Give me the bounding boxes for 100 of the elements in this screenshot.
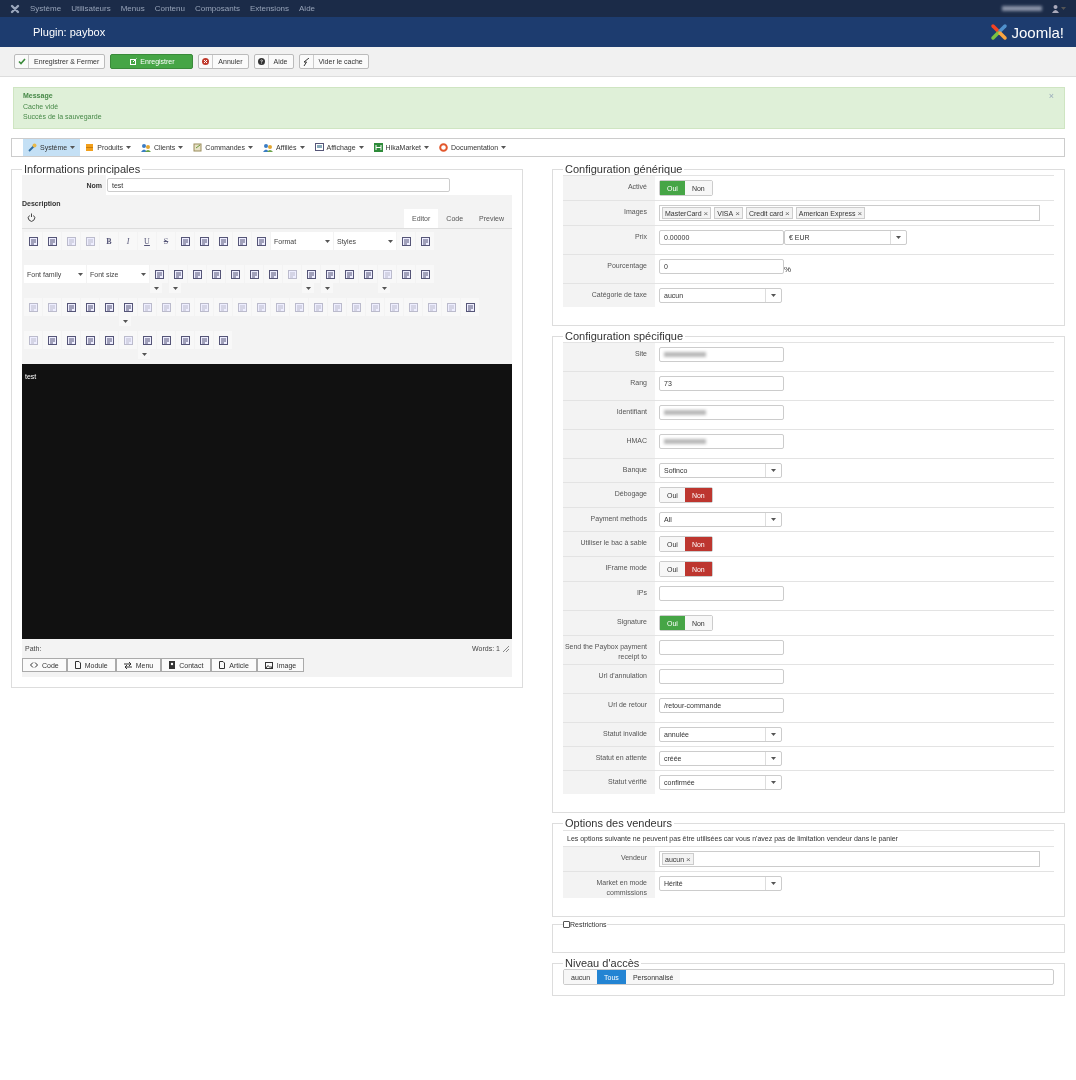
toolbar-button[interactable] bbox=[81, 331, 99, 349]
text-field[interactable] bbox=[659, 434, 784, 449]
toolbar-glyph-icon bbox=[66, 302, 76, 312]
checkbox[interactable] bbox=[563, 921, 570, 928]
toolbar-button[interactable] bbox=[359, 265, 377, 283]
toolbar-button[interactable] bbox=[62, 331, 80, 349]
underline-button[interactable]: U bbox=[138, 232, 156, 250]
toolbar-glyph-icon bbox=[47, 236, 57, 246]
remove-tag-button[interactable]: × bbox=[686, 854, 691, 864]
remove-tag-button[interactable]: × bbox=[785, 208, 790, 218]
toolbar-button[interactable] bbox=[264, 265, 282, 283]
toolbar-button[interactable] bbox=[24, 232, 42, 250]
lifebuoy-icon bbox=[439, 143, 448, 152]
caret-icon bbox=[325, 239, 330, 243]
page-title: Plugin: paybox bbox=[33, 26, 106, 38]
caret-icon bbox=[70, 146, 76, 149]
toolbar-button[interactable] bbox=[245, 265, 263, 283]
caret-icon bbox=[141, 272, 146, 276]
toolbar-glyph-icon bbox=[382, 269, 392, 279]
caret-icon bbox=[305, 286, 311, 290]
toolbar-button[interactable] bbox=[62, 298, 80, 316]
menu-item[interactable]: Menus bbox=[120, 4, 145, 13]
toolbar-glyph-icon bbox=[142, 302, 152, 312]
toolbar-glyph-icon bbox=[275, 302, 285, 312]
toolbar-glyph-icon bbox=[256, 302, 266, 312]
toolbar-button[interactable] bbox=[207, 265, 225, 283]
toolbar-glyph-icon bbox=[363, 269, 373, 279]
toolbar-button[interactable] bbox=[138, 331, 156, 349]
toolbar-button[interactable] bbox=[226, 265, 244, 283]
caret-icon bbox=[324, 286, 330, 290]
edit-icon bbox=[130, 58, 138, 65]
caret-icon bbox=[771, 733, 776, 736]
section-title: Configuration générique bbox=[564, 163, 684, 175]
toolbar-button[interactable] bbox=[176, 331, 194, 349]
text-field[interactable] bbox=[659, 640, 784, 655]
menu-item[interactable]: Utilisateurs bbox=[71, 4, 111, 13]
remove-tag-button[interactable]: × bbox=[857, 208, 863, 218]
toolbar-button[interactable] bbox=[397, 265, 415, 283]
toolbar-glyph-icon bbox=[180, 302, 190, 312]
toolbar-button[interactable] bbox=[416, 232, 434, 250]
toolbar-button[interactable] bbox=[100, 331, 118, 349]
caret-icon bbox=[78, 272, 83, 276]
logo-icon bbox=[990, 23, 1009, 41]
toolbar-button[interactable] bbox=[43, 331, 61, 349]
toolbar-button[interactable] bbox=[416, 265, 434, 283]
toolbar-button[interactable] bbox=[340, 265, 358, 283]
bold-button[interactable]: B bbox=[100, 232, 118, 250]
text-field[interactable] bbox=[659, 669, 784, 684]
toolbar-button[interactable] bbox=[169, 265, 187, 283]
dropdown-button[interactable] bbox=[150, 283, 162, 293]
toolbar-button[interactable] bbox=[195, 331, 213, 349]
menu-item[interactable]: Contenu bbox=[154, 4, 185, 13]
text-field[interactable] bbox=[659, 405, 784, 420]
menu-item[interactable]: Composants bbox=[194, 4, 240, 13]
text-field[interactable] bbox=[659, 586, 784, 601]
user-icon[interactable] bbox=[1052, 4, 1059, 13]
toolbar-button[interactable] bbox=[233, 232, 251, 250]
toolbar-button[interactable] bbox=[119, 298, 137, 316]
menu-item[interactable]: Système bbox=[30, 4, 62, 13]
toolbar-button[interactable] bbox=[214, 232, 232, 250]
toolbar-button[interactable] bbox=[302, 265, 320, 283]
toolbar-button[interactable] bbox=[43, 232, 61, 250]
toolbar-button[interactable] bbox=[214, 331, 232, 349]
dropdown-button[interactable] bbox=[138, 349, 150, 359]
toolbar-glyph-icon bbox=[256, 236, 266, 246]
toolbar-glyph-icon bbox=[199, 302, 209, 312]
toolbar-glyph-icon bbox=[28, 236, 38, 246]
remove-tag-button[interactable]: × bbox=[703, 208, 709, 218]
toolbar-button[interactable] bbox=[321, 265, 339, 283]
italic-button[interactable]: I bbox=[119, 232, 137, 250]
dropdown-button[interactable] bbox=[378, 283, 390, 293]
dropdown-button[interactable] bbox=[302, 283, 314, 293]
toolbar-button[interactable] bbox=[188, 265, 206, 283]
dropdown-button[interactable] bbox=[119, 316, 131, 326]
remove-tag-button[interactable]: × bbox=[735, 208, 740, 218]
toolbar-button[interactable] bbox=[176, 232, 194, 250]
logo-text: Joomla! bbox=[1011, 23, 1064, 41]
menu-item[interactable]: Extensions bbox=[249, 4, 290, 13]
toolbar-button[interactable] bbox=[252, 232, 270, 250]
menu-item[interactable]: Aide bbox=[299, 4, 316, 13]
toolbar-glyph-icon bbox=[180, 335, 190, 345]
text-field[interactable] bbox=[659, 347, 784, 362]
toolbar-button[interactable] bbox=[81, 298, 99, 316]
strikethrough-button[interactable]: S bbox=[157, 232, 175, 250]
resize-grip-icon[interactable] bbox=[503, 645, 509, 652]
toolbar-button[interactable] bbox=[397, 232, 415, 250]
code-icon bbox=[30, 662, 38, 668]
toolbar-button[interactable] bbox=[195, 232, 213, 250]
toolbar-glyph-icon bbox=[104, 302, 114, 312]
power-icon[interactable] bbox=[27, 213, 36, 222]
toolbar-button[interactable] bbox=[461, 298, 479, 316]
toolbar-glyph-icon bbox=[237, 302, 247, 312]
caret-icon bbox=[248, 146, 253, 149]
caret-icon bbox=[141, 352, 147, 356]
toolbar-glyph-icon bbox=[85, 236, 95, 246]
dropdown-button[interactable] bbox=[169, 283, 181, 293]
toolbar-button[interactable] bbox=[150, 265, 168, 283]
toolbar-button[interactable] bbox=[100, 298, 118, 316]
dropdown-button[interactable] bbox=[321, 283, 333, 293]
toolbar-button[interactable] bbox=[157, 331, 175, 349]
